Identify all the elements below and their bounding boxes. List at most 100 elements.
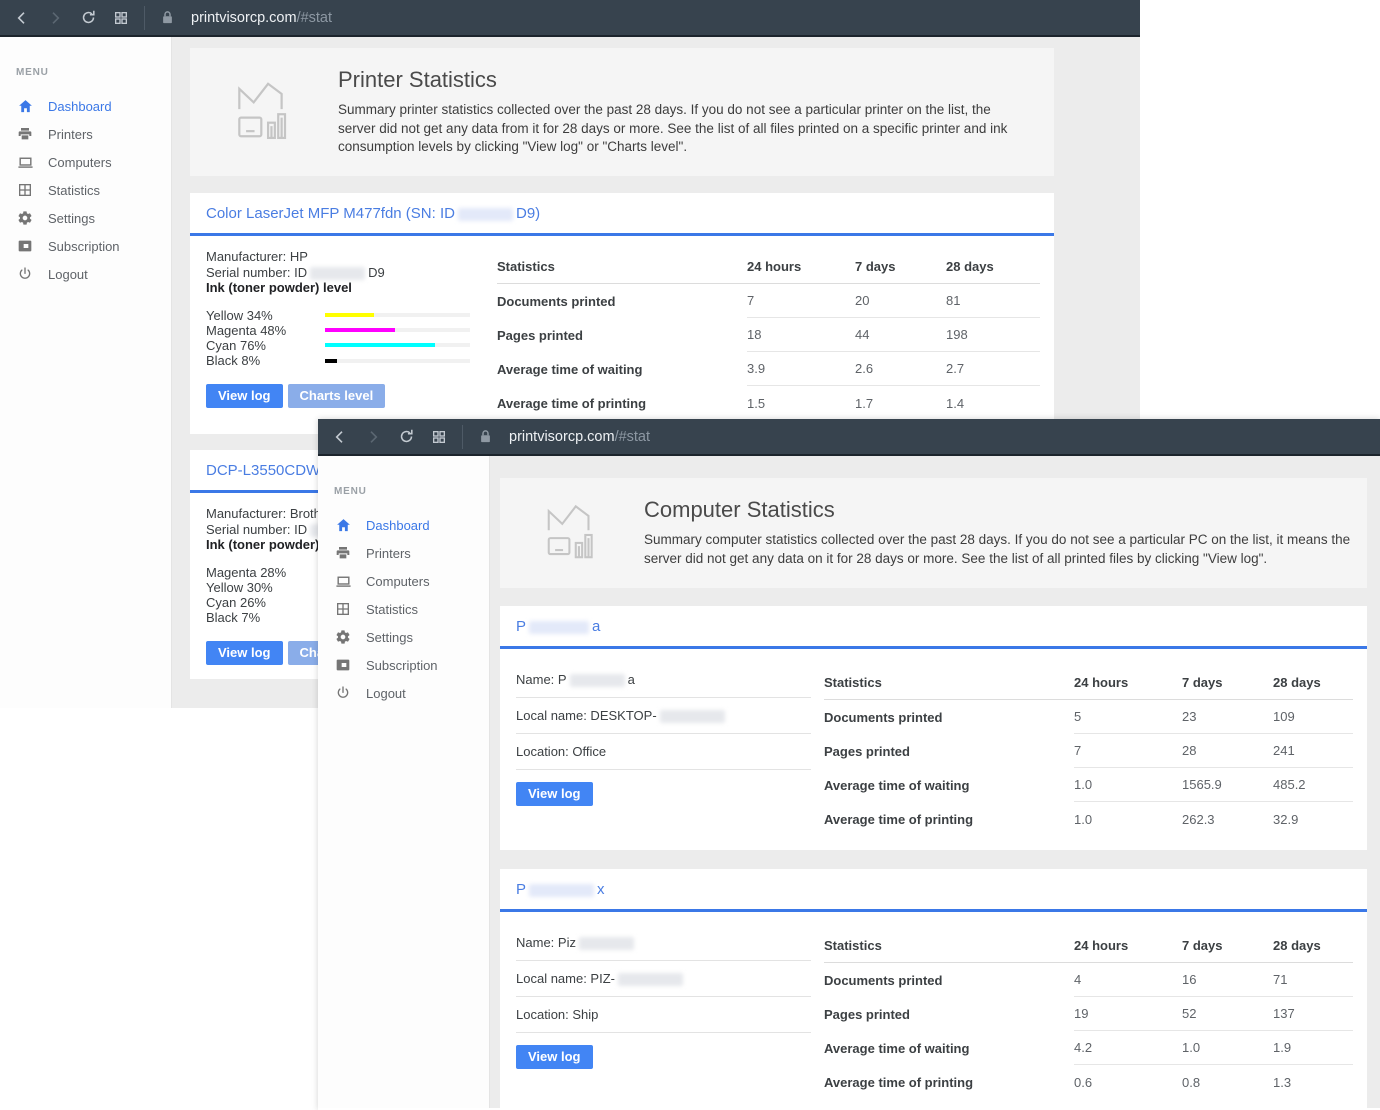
ink-level-list: Yellow 34% Magenta 48% Cyan 76% [206,308,484,369]
sidebar-menu: MENU Dashboard Printers Computers Statis… [318,456,490,1108]
browser-toolbar: printvisorcp.com /#stat [0,0,1140,37]
view-log-button[interactable]: View log [206,641,283,665]
desktop: printvisorcp.com /#stat MENU Dashboard P… [0,0,1380,1110]
address-bar[interactable]: printvisorcp.com /#stat [509,429,650,445]
printer-title-text: Color LaserJet MFP M477fdn (SN: ID [206,205,455,222]
redacted-text [618,973,683,986]
printer-card: Color LaserJet MFP M477fdn (SN: IDD9) Ma… [190,193,1054,434]
computer-title-text: a [592,618,600,635]
printer-icon [334,544,352,562]
redacted-text [310,267,365,280]
sidebar-item-settings[interactable]: Settings [318,623,489,651]
table-row: Average time of printing 1.51.71.4 [497,386,1040,420]
computer-info-list: Name: Pa Local name: DESKTOP- Location: … [516,662,811,770]
computer-localname-row: Local name: PIZ- [516,961,811,997]
page-description: Summary computer statistics collected ov… [644,531,1367,569]
sidebar-item-computers[interactable]: Computers [0,148,171,176]
table-row: Average time of waiting 1.01565.9485.2 [824,768,1353,802]
refresh-icon[interactable] [78,8,98,28]
sidebar-item-label: Logout [366,686,406,701]
subscription-card-icon [16,237,34,255]
redacted-text [570,674,625,687]
back-icon[interactable] [330,427,350,447]
url-domain: printvisorcp.com [509,429,615,445]
sidebar-item-subscription[interactable]: Subscription [0,232,171,260]
view-log-button[interactable]: View log [516,782,593,806]
ink-row-yellow: Yellow 34% [206,308,484,323]
table-row: Documents printed 72081 [497,284,1040,318]
table-row: Pages printed 728241 [824,734,1353,768]
page-title: Computer Statistics [644,497,1367,523]
computer-card-title[interactable]: Px [500,869,1367,912]
stats-table-header: Statistics 24 hours7 days28 days [824,929,1353,963]
table-row: Average time of printing 1.0262.332.9 [824,802,1353,836]
stats-table: Statistics 24 hours7 days28 days Documen… [484,249,1046,420]
ink-row-cyan: Cyan 76% [206,338,484,353]
forward-icon[interactable] [363,427,383,447]
toolbar-divider [144,6,145,30]
table-row: Documents printed 523109 [824,700,1353,734]
address-bar[interactable]: printvisorcp.com /#stat [191,10,332,26]
ink-bar [325,343,470,347]
sidebar-item-computers[interactable]: Computers [318,567,489,595]
laptop-icon [334,572,352,590]
lock-icon [157,8,177,28]
view-log-button[interactable]: View log [516,1045,593,1069]
sidebar-item-logout[interactable]: Logout [318,679,489,707]
printer-stats-header-card: Printer Statistics Summary printer stati… [190,48,1054,176]
table-row: Average time of waiting 4.21.01.9 [824,1031,1353,1065]
sidebar-item-label: Statistics [366,602,418,617]
table-grid-icon [16,181,34,199]
redacted-text [529,884,594,897]
url-path: /#stat [615,429,650,445]
sidebar-item-statistics[interactable]: Statistics [318,595,489,623]
charts-level-button[interactable]: Charts level [288,384,386,408]
computer-title-text: x [597,881,605,898]
manufacturer-value: Manufacturer: HP [206,249,484,265]
back-icon[interactable] [12,8,32,28]
redacted-text [660,710,725,723]
sidebar-item-logout[interactable]: Logout [0,260,171,288]
table-row: Average time of printing 0.60.81.3 [824,1065,1353,1099]
computer-localname-row: Local name: DESKTOP- [516,698,811,734]
page-description: Summary printer statistics collected ove… [338,101,1018,158]
computer-location-row: Location: Office [516,734,811,770]
view-log-button[interactable]: View log [206,384,283,408]
sidebar-item-label: Statistics [48,183,100,198]
apps-grid-icon[interactable] [429,427,449,447]
computer-card: Px Name: Piz Local name: PIZ- [500,869,1367,1108]
menu-label: MENU [334,486,489,497]
ink-row-magenta: Magenta 48% [206,323,484,338]
computer-stats-window: printvisorcp.com /#stat MENU Dashboard P… [318,419,1380,1110]
computer-stats-content: Computer Statistics Summary computer sta… [490,456,1380,1108]
printer-statistics-icon [232,77,294,148]
sidebar-item-printers[interactable]: Printers [318,539,489,567]
ink-level-title: Ink (toner powder) level [206,280,484,296]
computer-info-list: Name: Piz Local name: PIZ- Location: Shi… [516,925,811,1033]
printer-card-title[interactable]: Color LaserJet MFP M477fdn (SN: IDD9) [190,193,1054,236]
stats-table-header: Statistics 24 hours7 days28 days [824,666,1353,700]
serial-number-value: Serial number: IDD9 [206,265,484,281]
sidebar-item-subscription[interactable]: Subscription [318,651,489,679]
sidebar-item-label: Settings [366,630,413,645]
apps-grid-icon[interactable] [111,8,131,28]
sidebar-item-label: Computers [366,574,430,589]
sidebar-item-statistics[interactable]: Statistics [0,176,171,204]
computer-card-title[interactable]: Pa [500,606,1367,649]
url-path: /#stat [297,10,332,26]
refresh-icon[interactable] [396,427,416,447]
sidebar-item-dashboard[interactable]: Dashboard [0,92,171,120]
computer-statistics-icon [542,500,600,567]
sidebar-item-settings[interactable]: Settings [0,204,171,232]
redacted-text [458,208,513,221]
ink-row-black: Black 8% [206,353,484,368]
stats-table-header: Statistics 24 hours7 days28 days [497,250,1040,284]
table-row: Documents printed 41671 [824,963,1353,997]
toolbar-divider [462,425,463,449]
table-row: Average time of waiting 3.92.62.7 [497,352,1040,386]
forward-icon[interactable] [45,8,65,28]
sidebar-item-dashboard[interactable]: Dashboard [318,511,489,539]
sidebar-item-printers[interactable]: Printers [0,120,171,148]
computer-title-text: P [516,881,526,898]
redacted-text [579,937,634,950]
